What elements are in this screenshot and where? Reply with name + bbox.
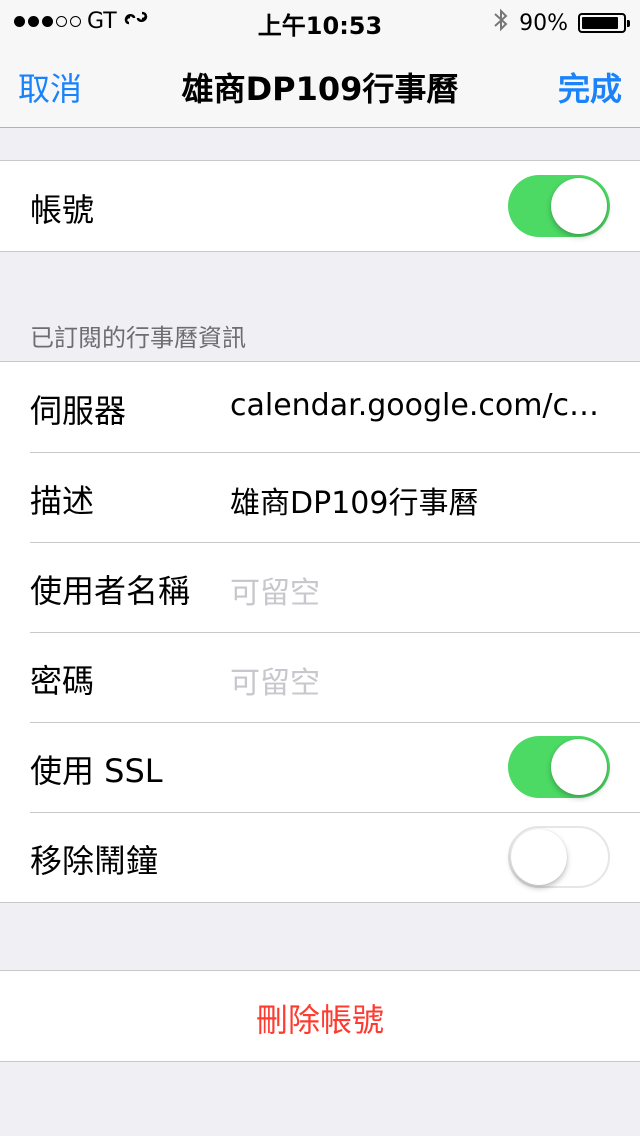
username-label: 使用者名稱 xyxy=(30,572,191,610)
use-ssl-label: 使用 SSL xyxy=(30,752,163,790)
battery-icon xyxy=(578,13,630,33)
status-bar: GT 上午10:53 90% xyxy=(0,0,640,40)
remove-alarms-label: 移除鬧鐘 xyxy=(30,842,159,880)
done-button[interactable]: 完成 xyxy=(558,64,622,110)
description-row[interactable]: 描述 雄商DP109行事曆 xyxy=(0,452,640,542)
password-label: 密碼 xyxy=(30,662,95,700)
server-row[interactable]: 伺服器 calendar.google.com/calen… xyxy=(0,362,640,452)
delete-account-label: 刪除帳號 xyxy=(255,1001,384,1039)
username-field[interactable]: 可留空 xyxy=(230,568,320,612)
password-row[interactable]: 密碼 可留空 xyxy=(0,632,640,722)
remove-alarms-row: 移除鬧鐘 xyxy=(0,812,640,902)
username-row[interactable]: 使用者名稱 可留空 xyxy=(0,542,640,632)
battery-fill xyxy=(582,17,618,29)
subscribed-info-group: 伺服器 calendar.google.com/calen… 描述 雄商DP10… xyxy=(0,361,640,903)
toggle-knob xyxy=(551,178,607,234)
server-field[interactable]: calendar.google.com/calen… xyxy=(230,388,610,423)
delete-account-button[interactable]: 刪除帳號 xyxy=(0,970,640,1062)
account-row: 帳號 xyxy=(0,161,640,251)
navigation-bar: 取消 雄商DP109行事曆 完成 xyxy=(0,40,640,128)
toggle-knob xyxy=(511,829,567,885)
description-label: 描述 xyxy=(30,482,95,520)
page-title: 雄商DP109行事曆 xyxy=(181,70,459,108)
use-ssl-toggle[interactable] xyxy=(508,736,610,798)
description-field[interactable]: 雄商DP109行事曆 xyxy=(230,478,478,522)
remove-alarms-toggle[interactable] xyxy=(508,826,610,888)
server-label: 伺服器 xyxy=(30,392,127,430)
status-right: 90% xyxy=(493,8,630,38)
use-ssl-row: 使用 SSL xyxy=(0,722,640,812)
toggle-knob xyxy=(551,739,607,795)
account-label: 帳號 xyxy=(30,191,95,229)
password-field[interactable]: 可留空 xyxy=(230,658,320,702)
account-toggle[interactable] xyxy=(508,175,610,237)
battery-percent: 90% xyxy=(519,10,568,36)
bluetooth-icon xyxy=(493,8,509,38)
account-group: 帳號 xyxy=(0,160,640,252)
section-header: 已訂閱的行事曆資訊 xyxy=(30,324,246,352)
